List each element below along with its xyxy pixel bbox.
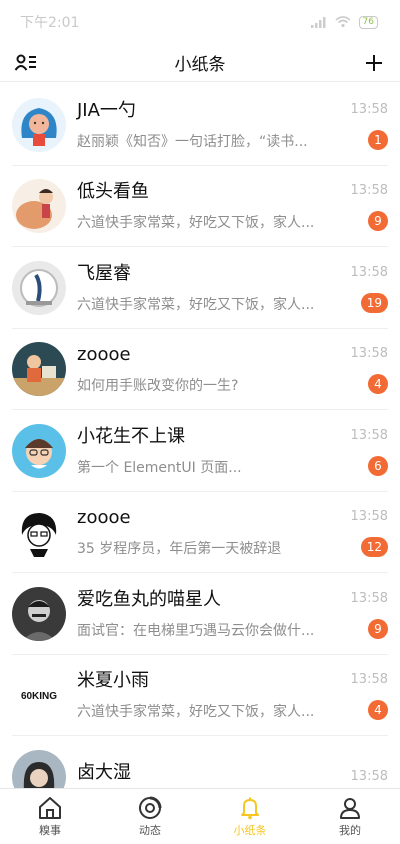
message-preview: 六道快手家常菜，好吃又下饭，家人... [77,296,315,313]
avatar: 60KING [12,668,66,723]
contacts-icon [14,54,36,71]
message-preview: 第一个 ElementUI 页面... [77,459,242,476]
status-time: 下午2:01 [20,15,80,31]
contact-name: 小花生不上课 [77,425,185,447]
nav-bar: 小纸条 [0,44,400,82]
avatar [12,260,66,315]
message-time: 13:58 [350,768,388,784]
avatar-logo: 60KING [21,691,57,702]
tab-xiaozhitiao[interactable]: 小纸条 [200,789,300,844]
contact-name: 爱吃鱼丸的喵星人 [77,588,221,610]
user-icon [340,797,360,819]
avatar-illustration-icon [12,355,66,397]
tab-wode[interactable]: 我的 [300,789,400,844]
message-time: 13:58 [350,183,388,199]
avatar-illustration-icon [25,438,53,469]
avatar-illustration-icon [16,189,53,230]
conversation-row[interactable]: 60KING 米夏小雨 六道快手家常菜，好吃又下饭，家人... 13:58 4 [0,655,400,737]
avatar [12,749,66,788]
avatar [12,97,66,152]
contact-name: zoooe [77,344,131,366]
message-time: 13:58 [350,672,388,688]
bell-icon [241,797,259,819]
conversation-row[interactable]: 小花生不上课 第一个 ElementUI 页面... 13:58 6 [0,410,400,492]
signal-icon [310,16,326,28]
avatar-illustration-icon [21,107,57,146]
contact-name: 卤大湿 [77,761,131,783]
unread-badge: 19 [360,292,388,313]
avatar [12,423,66,478]
tab-label: 小纸条 [233,823,267,837]
status-icons: 76 [310,15,378,29]
plus-icon [366,54,382,71]
wifi-icon [335,16,351,28]
message-preview: 如何用手账改变你的一生? [77,378,239,395]
message-time: 13:58 [350,101,388,117]
message-time: 13:58 [350,427,388,443]
avatar [12,342,66,397]
unread-badge: 1 [368,129,388,150]
message-time: 13:58 [350,346,388,362]
unread-badge: 6 [368,455,388,476]
tab-dongtai[interactable]: 动态 [100,789,200,844]
tab-label: 动态 [139,823,161,837]
avatar-illustration-icon [23,761,55,788]
unread-badge: 9 [368,211,388,232]
battery-indicator: 76 [358,15,378,29]
tab-bar: 糗事 动态 小纸条 我的 [0,788,400,844]
status-bar: 下午2:01 76 [0,0,400,44]
unread-badge: 4 [368,700,388,721]
page-title: 小纸条 [174,55,226,75]
message-preview: 赵丽颖《知否》一句话打脸，“读书... [77,133,308,150]
message-time: 13:58 [350,264,388,280]
contact-name: zoooe [77,507,131,529]
unread-badge: 9 [368,618,388,639]
message-preview: 六道快手家常菜，好吃又下饭，家人... [77,704,315,721]
add-button[interactable] [360,49,388,77]
message-preview: 六道快手家常菜，好吃又下饭，家人... [77,215,315,232]
message-time: 13:58 [350,590,388,606]
contact-name: 低头看鱼 [77,181,149,203]
tab-label: 糗事 [39,823,61,837]
message-preview: 面试官：在电梯里巧遇马云你会做什... [77,622,315,639]
tab-label: 我的 [339,823,361,837]
avatar-illustration-icon [21,513,57,558]
avatar [12,505,66,560]
conversation-row[interactable]: 卤大湿 13:58 [0,736,400,788]
conversation-row[interactable]: 爱吃鱼丸的喵星人 面试官：在电梯里巧遇马云你会做什... 13:58 9 [0,573,400,655]
unread-badge: 4 [368,374,388,395]
contact-name: JIA一勺 [77,99,136,121]
compass-icon [139,796,162,819]
conversation-row[interactable]: zoooe 35 岁程序员，年后第一天被辞退 13:58 12 [0,492,400,574]
conversation-row[interactable]: zoooe 如何用手账改变你的一生? 13:58 4 [0,329,400,411]
avatar [12,586,66,641]
home-icon [39,796,61,819]
avatar-logo-text: 60KING [21,691,57,702]
message-time: 13:58 [350,509,388,525]
contact-name: 飞屋睿 [77,262,131,284]
conversation-row[interactable]: 低头看鱼 六道快手家常菜，好吃又下饭，家人... 13:58 9 [0,166,400,248]
avatar-illustration-icon [22,599,56,641]
unread-badge: 12 [360,537,388,558]
avatar-illustration-icon [20,268,58,307]
contact-name: 米夏小雨 [77,670,149,692]
message-preview: 35 岁程序员，年后第一天被辞退 [77,541,282,558]
tab-qiushi[interactable]: 糗事 [0,789,100,844]
conversation-row[interactable]: 飞屋睿 六道快手家常菜，好吃又下饭，家人... 13:58 19 [0,247,400,329]
avatar [12,179,66,234]
friends-list-button[interactable] [12,49,40,77]
conversation-row[interactable]: JIA一勺 赵丽颖《知否》一句话打脸，“读书... 13:58 1 [0,84,400,166]
conversation-list[interactable]: JIA一勺 赵丽颖《知否》一句话打脸，“读书... 13:58 1 低头看鱼 六… [0,84,400,788]
